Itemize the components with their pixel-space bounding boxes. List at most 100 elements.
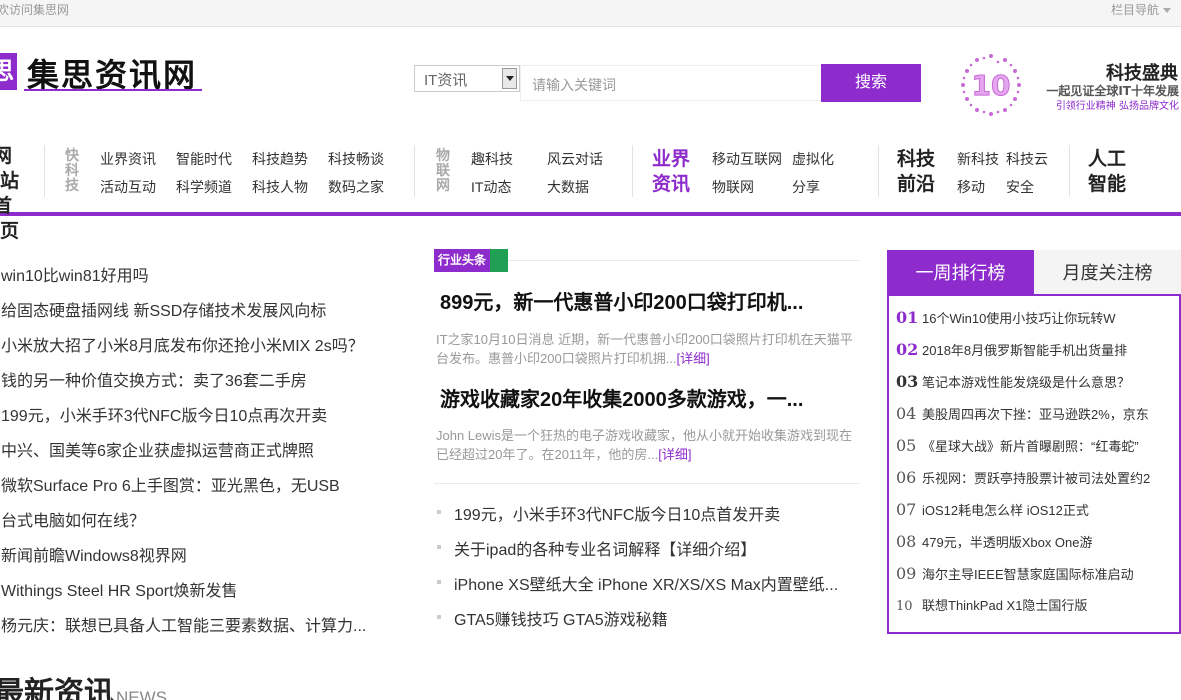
search-button[interactable]: 搜索 [821,64,921,102]
nav-link[interactable]: 趣科技 [471,149,513,169]
list-item[interactable]: iPhone XS壁纸大全 iPhone XR/XS/XS Max内置壁纸... [436,571,856,606]
ranking-item[interactable]: 01 16个Win10使用小技巧让你玩转W [896,308,1176,340]
nav-link[interactable]: 安全 [1006,177,1034,197]
rank-text: 479元，半透明版Xbox One游 [922,535,1093,550]
ranking-item[interactable]: 06 乐视网：贾跃亭持股票计被司法处置约2 [896,468,1176,500]
tab-weekly[interactable]: 一周排行榜 [887,250,1034,296]
nav-link[interactable]: 大数据 [547,177,589,197]
search-input[interactable]: 请输入关键词 [520,65,822,101]
headline-tag: 行业头条 [434,249,509,272]
rank-number: 02 [896,340,919,359]
nav-home[interactable]: 网站 首页 [0,144,26,244]
nav-link[interactable]: IT动态 [471,177,511,197]
list-item-text: 199元，小米手环3代NFC版今日10点再次开卖 [1,408,328,425]
nav-link[interactable]: 科技畅谈 [328,149,384,169]
rank-text: 《星球大战》新片首曝剧照：“红毒蛇” [922,439,1139,454]
list-item[interactable]: 杨元庆：联想已具备人工智能三要素数据、计算力... [0,616,380,651]
list-item-text: 新闻前瞻Windows8视界网 [1,548,187,565]
headline-title[interactable]: 899元，新一代惠普小印200口袋打印机... [440,286,855,315]
nav-link[interactable]: 分享 [792,177,820,197]
list-item[interactable]: 钱的另一种价值交换方式：卖了36套二手房 [0,371,380,406]
list-item[interactable]: GTA5赚钱技巧 GTA5游戏秘籍 [436,606,856,641]
ranking-tabs: 一周排行榜 月度关注榜 [887,250,1181,296]
rank-number: 08 [896,532,917,551]
list-item[interactable]: 关于ipad的各种专业名词解释【详细介绍】 [436,536,856,571]
nav-home-line2: 首页 [0,196,20,242]
ranking-item[interactable]: 02 2018年8月俄罗斯智能手机出货量排 [896,340,1176,372]
dropdown-arrow-icon[interactable] [502,68,517,89]
rank-number: 03 [896,372,919,391]
list-item-text: 微软Surface Pro 6上手图赏：亚光黑色，无USB [1,478,340,495]
promo-tagline: 引领行业精神 弘扬品牌文化 [1055,101,1179,112]
nav-link[interactable]: 科技趋势 [252,149,308,169]
ranking-item[interactable]: 07 iOS12耗电怎么样 iOS12正式 [896,500,1176,532]
nav-link[interactable]: 新科技 [957,149,999,169]
nav-group-industry-title[interactable]: 业界 资讯 [652,147,692,197]
column-nav-label: 栏目导航 [1110,3,1159,17]
list-item[interactable]: 微软Surface Pro 6上手图赏：亚光黑色，无USB [0,476,380,511]
headline-tag-text: 行业头条 [438,253,487,267]
ranking-item[interactable]: 04 美股周四再次下挫：亚马逊跌2%，京东 [896,404,1176,436]
list-item[interactable]: 新闻前瞻Windows8视界网 [0,546,380,581]
list-item[interactable]: 小米放大招了小米8月底发布你还抢小米MIX 2s吗？ [0,336,380,371]
list-item[interactable]: 给固态硬盘插网线 新SSD存储技术发展风向标 [0,301,380,336]
search-placeholder: 请输入关键词 [532,77,616,93]
nav-group-kuaikeji-title[interactable]: 快科技 [65,148,79,193]
nav-group-ai-title[interactable]: 人工 智能 [1088,147,1128,197]
list-item-text: 中兴、国美等6家企业获虚拟运营商正式牌照 [1,443,314,460]
anniversary-badge-icon[interactable]: 10 [958,52,1024,118]
nav-link[interactable]: 移动互联网 [712,149,782,169]
list-item[interactable]: win10比win81好用吗 [0,266,380,301]
list-item-text: win10比win81好用吗 [1,268,149,285]
nav-link[interactable]: 物联网 [712,177,754,197]
main-nav: 网站 首页 快科技 业界资讯 智能时代 科技趋势 科技畅谈 活动互动 科学频道 科… [0,140,1181,242]
list-item[interactable]: 中兴、国美等6家企业获虚拟运营商正式牌照 [0,441,380,476]
ranking-item[interactable]: 03 笔记本游戏性能发烧级是什么意思？ [896,372,1176,404]
list-item[interactable]: 199元，小米手环3代NFC版今日10点首发开卖 [436,501,856,536]
ranking-item[interactable]: 09 海尔主导IEEE智慧家庭国际标准启动 [896,564,1176,596]
nav-link[interactable]: 数码之家 [328,177,384,197]
latest-news-heading-en: NEWS [116,688,167,700]
nav-divider [44,145,45,197]
rank-text: 联想ThinkPad X1隐士国行版 [922,598,1088,613]
list-item-text: 台式电脑如何在线？ [1,513,146,530]
top-bar: 欢访问集思网 栏目导航 [0,0,1181,27]
list-item[interactable]: 台式电脑如何在线？ [0,511,380,546]
nav-link[interactable]: 移动 [957,177,985,197]
nav-link[interactable]: 虚拟化 [792,149,834,169]
ranking-item[interactable]: 08 479元，半透明版Xbox One游 [896,532,1176,564]
list-item-text: 钱的另一种价值交换方式：卖了36套二手房 [1,373,307,390]
welcome-text: 欢访问集思网 [0,3,70,17]
rank-number: 05 [896,436,917,455]
headline-title[interactable]: 游戏收藏家20年收集2000多款游戏，一... [440,383,855,412]
list-item[interactable]: Withings Steel HR Sport焕新发售 [0,581,380,616]
rank-text: 乐视网：贾跃亭持股票计被司法处置约2 [922,471,1151,486]
nav-link[interactable]: 智能时代 [176,149,232,169]
rank-text: 海尔主导IEEE智慧家庭国际标准启动 [922,567,1134,582]
headline-list: 199元，小米手环3代NFC版今日10点首发开卖 关于ipad的各种专业名词解释… [436,501,856,641]
rank-number: 07 [896,500,917,519]
nav-group-frontier-title[interactable]: 科技 前沿 [897,147,937,197]
nav-link[interactable]: 业界资讯 [100,149,156,169]
nav-link[interactable]: 风云对话 [547,149,603,169]
column-nav-menu[interactable]: 栏目导航 [1111,1,1171,18]
ranking-item[interactable]: 05 《星球大战》新片首曝剧照：“红毒蛇” [896,436,1176,468]
ranking-item[interactable]: 10 联想ThinkPad X1隐士国行版 [896,596,1176,628]
nav-link[interactable]: 科学频道 [176,177,232,197]
chevron-down-icon [1163,8,1171,14]
search-category-select[interactable]: IT资讯 [414,65,520,92]
list-item[interactable]: 199元，小米手环3代NFC版今日10点再次开卖 [0,406,380,441]
badge-number: 10 [972,69,1011,102]
nav-group-iot-title[interactable]: 物联网 [436,148,450,193]
headline-summary: John Lewis是一个狂热的电子游戏收藏家，他从小就开始收集游戏到现在已经超… [436,426,856,464]
nav-link[interactable]: 科技云 [1006,149,1048,169]
nav-link[interactable]: 活动互动 [100,177,156,197]
list-item-text: Withings Steel HR Sport焕新发售 [1,583,238,600]
logo-mark[interactable]: 思 [0,53,17,90]
tab-monthly[interactable]: 月度关注榜 [1034,250,1181,294]
rank-number: 09 [896,564,917,583]
nav-link[interactable]: 科技人物 [252,177,308,197]
rank-number: 10 [896,599,913,614]
more-link[interactable]: [详细] [677,351,710,366]
more-link[interactable]: [详细] [658,447,691,462]
